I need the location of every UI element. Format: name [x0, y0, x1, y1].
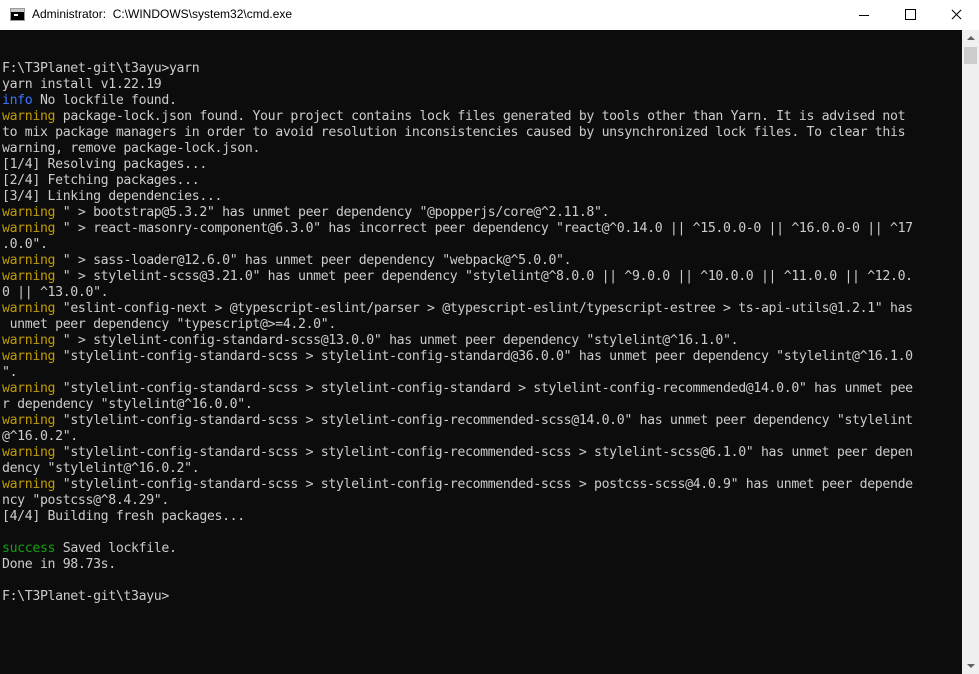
log-level-warning: warning: [2, 413, 56, 428]
console-line: warning " > bootstrap@5.3.2" has unmet p…: [2, 205, 962, 221]
console-line-text: " > stylelint-config-standard-scss@13.0.…: [55, 333, 739, 348]
console-line: 0 || ^13.0.0".: [2, 285, 962, 301]
console-output[interactable]: F:\T3Planet-git\t3ayu>yarn yarn install v…: [0, 30, 962, 674]
log-level-warning: warning: [2, 205, 56, 220]
console-line-text: "stylelint-config-standard-scss > stylel…: [55, 349, 913, 364]
window-title: Administrator: C:\WINDOWS\system32\cmd.e…: [32, 7, 293, 21]
console-line-text: "stylelint-config-standard-scss > stylel…: [55, 477, 913, 492]
console-line: Done in 98.73s.: [2, 557, 962, 573]
title-bar[interactable]: Administrator: C:\WINDOWS\system32\cmd.e…: [0, 0, 979, 30]
console-lines: F:\T3Planet-git\t3ayu>yarn yarn install v…: [2, 45, 962, 605]
console-line: to mix package managers in order to avoi…: [2, 125, 962, 141]
console-line: r dependency "stylelint@^16.0.0".: [2, 397, 962, 413]
console-line-text: warning, remove package-lock.json.: [2, 141, 261, 156]
console-line: .0.0".: [2, 237, 962, 253]
log-level-info: info: [2, 93, 33, 108]
log-level-warning: warning: [2, 381, 56, 396]
console-line: warning " > stylelint-config-standard-sc…: [2, 333, 962, 349]
console-line-text: " > bootstrap@5.3.2" has unmet peer depe…: [55, 205, 610, 220]
console-line-text: unmet peer dependency "typescript@>=4.2.…: [2, 317, 337, 332]
log-level-warning: warning: [2, 269, 56, 284]
console-line: [4/4] Building fresh packages...: [2, 509, 962, 525]
log-level-warning: warning: [2, 253, 56, 268]
console-line-text: No lockfile found.: [32, 93, 177, 108]
console-line: unmet peer dependency "typescript@>=4.2.…: [2, 317, 962, 333]
scroll-down-arrow-icon[interactable]: [962, 657, 979, 674]
scrollbar-thumb[interactable]: [964, 47, 977, 64]
console-icon[interactable]: [10, 8, 25, 21]
console-line-text: F:\T3Planet-git\t3ayu>: [2, 589, 169, 604]
console-line-text: to mix package managers in order to avoi…: [2, 125, 906, 140]
console-line-text: " > react-masonry-component@6.3.0" has i…: [55, 221, 913, 236]
console-line-text: 0 || ^13.0.0".: [2, 285, 109, 300]
log-level-warning: warning: [2, 445, 56, 460]
console-line: ncy "postcss@^8.4.29".: [2, 493, 962, 509]
close-button[interactable]: [933, 0, 979, 30]
scroll-up-arrow-icon[interactable]: [962, 30, 979, 47]
console-line-text: " > sass-loader@12.6.0" has unmet peer d…: [55, 253, 572, 268]
console-line-text: "stylelint-config-standard-scss > stylel…: [55, 445, 913, 460]
console-line-text: [4/4] Building fresh packages...: [2, 509, 245, 524]
console-line-text: yarn install v1.22.19: [2, 77, 162, 92]
console-line: warning " > react-masonry-component@6.3.…: [2, 221, 962, 237]
console-line: [2/4] Fetching packages...: [2, 173, 962, 189]
console-line-text: .0.0".: [2, 237, 48, 252]
log-level-warning: warning: [2, 301, 56, 316]
console-line-text: ".: [2, 365, 18, 380]
console-line: warning " > stylelint-scss@3.21.0" has u…: [2, 269, 962, 285]
log-level-warning: warning: [2, 221, 56, 236]
console-line-text: @^16.0.2".: [2, 429, 78, 444]
console-line-text: "stylelint-config-standard-scss > stylel…: [55, 413, 913, 428]
console-line: F:\T3Planet-git\t3ayu>yarn: [2, 61, 962, 77]
console-line-text: [1/4] Resolving packages...: [2, 157, 207, 172]
console-line: [3/4] Linking dependencies...: [2, 189, 962, 205]
console-line: warning "eslint-config-next > @typescrip…: [2, 301, 962, 317]
log-level-warning: warning: [2, 349, 56, 364]
console-line: ".: [2, 365, 962, 381]
console-line-text: F:\T3Planet-git\t3ayu>yarn: [2, 61, 200, 76]
console-line: warning "stylelint-config-standard-scss …: [2, 381, 962, 397]
console-line: warning, remove package-lock.json.: [2, 141, 962, 157]
console-line: @^16.0.2".: [2, 429, 962, 445]
console-line: warning package-lock.json found. Your pr…: [2, 109, 962, 125]
console-line: success Saved lockfile.: [2, 541, 962, 557]
console-line-text: [3/4] Linking dependencies...: [2, 189, 223, 204]
console-line-text: r dependency "stylelint@^16.0.0".: [2, 397, 253, 412]
console-line: warning "stylelint-config-standard-scss …: [2, 445, 962, 461]
console-line-text: Saved lockfile.: [55, 541, 177, 556]
console-line: warning "stylelint-config-standard-scss …: [2, 349, 962, 365]
console-line: F:\T3Planet-git\t3ayu>: [2, 589, 962, 605]
console-line-text: Done in 98.73s.: [2, 557, 116, 572]
console-line: dency "stylelint@^16.0.2".: [2, 461, 962, 477]
log-level-success: success: [2, 541, 56, 556]
maximize-button[interactable]: [887, 0, 933, 30]
console-line-text: dency "stylelint@^16.0.2".: [2, 461, 200, 476]
console-line: info No lockfile found.: [2, 93, 962, 109]
minimize-button[interactable]: [841, 0, 887, 30]
log-level-warning: warning: [2, 109, 56, 124]
console-line: yarn install v1.22.19: [2, 77, 962, 93]
console-line: warning " > sass-loader@12.6.0" has unme…: [2, 253, 962, 269]
console-line-text: "eslint-config-next > @typescript-eslint…: [55, 301, 913, 316]
console-line-text: " > stylelint-scss@3.21.0" has unmet pee…: [55, 269, 913, 284]
console-line-text: package-lock.json found. Your project co…: [55, 109, 906, 124]
log-level-warning: warning: [2, 333, 56, 348]
console-line-text: [2/4] Fetching packages...: [2, 173, 200, 188]
console-line: warning "stylelint-config-standard-scss …: [2, 413, 962, 429]
console-line-text: ncy "postcss@^8.4.29".: [2, 493, 169, 508]
console-line-text: "stylelint-config-standard-scss > stylel…: [55, 381, 913, 396]
console-line: [1/4] Resolving packages...: [2, 157, 962, 173]
console-line: warning "stylelint-config-standard-scss …: [2, 477, 962, 493]
vertical-scrollbar[interactable]: [962, 30, 979, 674]
log-level-warning: warning: [2, 477, 56, 492]
